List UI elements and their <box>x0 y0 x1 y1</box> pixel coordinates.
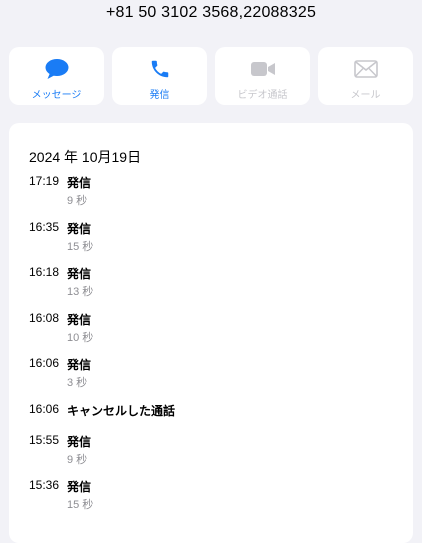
call-type: 発信 <box>67 480 92 494</box>
call-time: 17:19 <box>29 174 60 188</box>
video-call-button[interactable]: ビデオ通話 <box>215 47 310 105</box>
call-entry: 17:19 発信 9 秒 <box>29 174 399 220</box>
contact-phone-number: +81 50 3102 3568,22088325 <box>105 4 317 21</box>
call-history-date: 2024 年 10月19日 <box>29 149 142 165</box>
call-history-list: 17:19 発信 9 秒 16:35 発信 15 秒 16:18 発信 13 秒… <box>29 174 399 524</box>
mail-button-label: メール <box>350 90 381 101</box>
call-time: 16:06 <box>29 356 60 370</box>
call-entry: 16:35 発信 15 秒 <box>29 220 399 266</box>
message-button-label: メッセージ <box>31 90 82 101</box>
call-duration: 9 秒 <box>67 195 88 207</box>
call-button-label: 発信 <box>149 90 170 101</box>
call-time: 15:36 <box>29 478 60 492</box>
call-button[interactable]: 発信 <box>112 47 207 105</box>
call-time: 15:55 <box>29 432 60 447</box>
video-call-button-label: ビデオ通話 <box>237 90 288 101</box>
call-entry: 15:55 発信 9 秒 <box>29 433 399 479</box>
call-type: 発信 <box>67 176 92 190</box>
call-duration: 10 秒 <box>67 331 94 344</box>
call-time: 16:06 <box>29 401 60 416</box>
call-duration: 3 秒 <box>67 377 88 389</box>
call-duration: 15 秒 <box>67 499 94 511</box>
mail-envelope-icon <box>353 58 378 80</box>
call-entry: 16:08 発信 10 秒 <box>29 311 399 357</box>
call-duration: 13 秒 <box>67 286 94 298</box>
call-type: キャンセルした通話 <box>67 403 176 418</box>
call-duration: 9 秒 <box>67 453 88 466</box>
video-camera-icon <box>250 58 276 80</box>
call-time: 16:08 <box>29 310 60 325</box>
call-type: 発信 <box>67 358 92 372</box>
call-type: 発信 <box>67 434 92 449</box>
message-button[interactable]: メッセージ <box>9 47 104 105</box>
call-type: 発信 <box>67 267 92 281</box>
call-time: 16:35 <box>29 219 60 234</box>
call-type: 発信 <box>67 221 92 236</box>
quick-actions-bar: メッセージ 発信 ビデオ通話 メール <box>9 47 413 105</box>
call-duration: 15 秒 <box>67 240 94 253</box>
phone-icon <box>149 58 171 80</box>
call-entry: 15:36 発信 15 秒 <box>29 478 399 524</box>
call-history-card: 2024 年 10月19日 17:19 発信 9 秒 16:35 発信 15 秒… <box>9 123 413 543</box>
call-time: 16:18 <box>29 265 60 279</box>
message-bubble-icon <box>44 58 70 80</box>
call-type: 発信 <box>67 312 92 327</box>
call-entry: 16:06 キャンセルした通話 <box>29 402 399 433</box>
call-entry: 16:06 発信 3 秒 <box>29 356 399 402</box>
call-entry: 16:18 発信 13 秒 <box>29 265 399 311</box>
mail-button[interactable]: メール <box>318 47 413 105</box>
